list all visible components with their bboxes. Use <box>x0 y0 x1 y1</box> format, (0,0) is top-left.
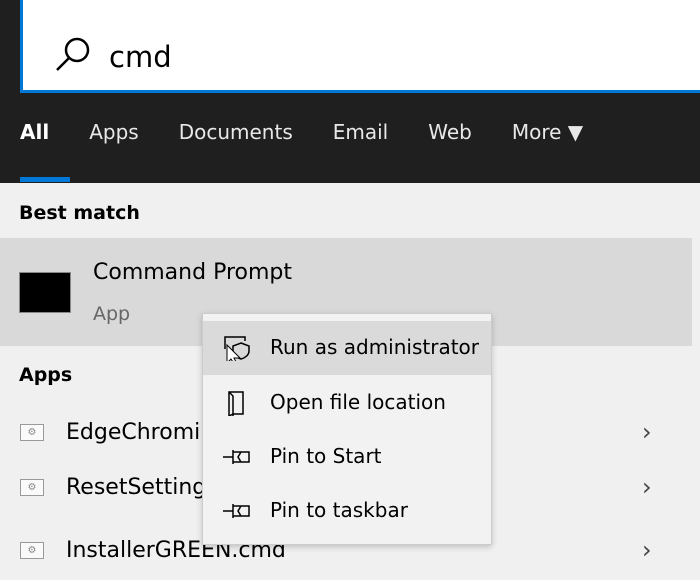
apps-heading: Apps <box>19 364 73 386</box>
tab-apps[interactable]: Apps <box>69 120 159 182</box>
tab-all[interactable]: All <box>0 120 71 182</box>
list-item-label: EdgeChromi <box>66 420 201 445</box>
folder-icon <box>228 391 244 416</box>
menu-item-label: Run as administrator <box>270 335 480 359</box>
menu-item-pin-to-start[interactable]: Pin to Start <box>203 430 491 484</box>
pin-icon <box>223 504 250 518</box>
list-item-label: ResetSetting <box>66 475 207 500</box>
search-box[interactable]: cmd <box>20 0 700 93</box>
app-gear-icon: ⚙ <box>20 542 44 559</box>
menu-item-run-as-administrator[interactable]: Run as administrator <box>203 321 491 375</box>
tab-documents[interactable]: Documents <box>159 120 313 182</box>
filter-tabs: All Apps Documents Email Web More ▼ <box>0 120 603 182</box>
chevron-right-icon[interactable]: › <box>642 536 652 564</box>
search-icon <box>56 37 90 71</box>
best-match-title: Command Prompt <box>93 260 292 285</box>
menu-item-label: Pin to Start <box>270 444 382 468</box>
search-header: cmd All Apps Documents Email Web More ▼ <box>0 0 700 183</box>
context-menu: Run as administrator Open file location … <box>202 313 492 545</box>
tab-more[interactable]: More ▼ <box>492 120 603 182</box>
pin-icon <box>223 450 250 464</box>
best-match-subtitle: App <box>93 303 131 325</box>
menu-item-pin-to-taskbar[interactable]: Pin to taskbar <box>203 484 491 538</box>
best-match-heading: Best match <box>19 202 140 224</box>
search-input[interactable]: cmd <box>109 40 172 74</box>
app-gear-icon: ⚙ <box>20 424 44 441</box>
chevron-right-icon[interactable]: › <box>642 418 652 446</box>
menu-item-open-file-location[interactable]: Open file location <box>203 376 491 430</box>
menu-item-label: Open file location <box>270 390 446 414</box>
shield-icon <box>224 336 250 361</box>
command-prompt-icon <box>19 272 71 313</box>
chevron-right-icon[interactable]: › <box>642 473 652 501</box>
tab-web[interactable]: Web <box>408 120 492 182</box>
app-gear-icon: ⚙ <box>20 479 44 496</box>
menu-item-label: Pin to taskbar <box>270 498 408 522</box>
tab-email[interactable]: Email <box>313 120 409 182</box>
